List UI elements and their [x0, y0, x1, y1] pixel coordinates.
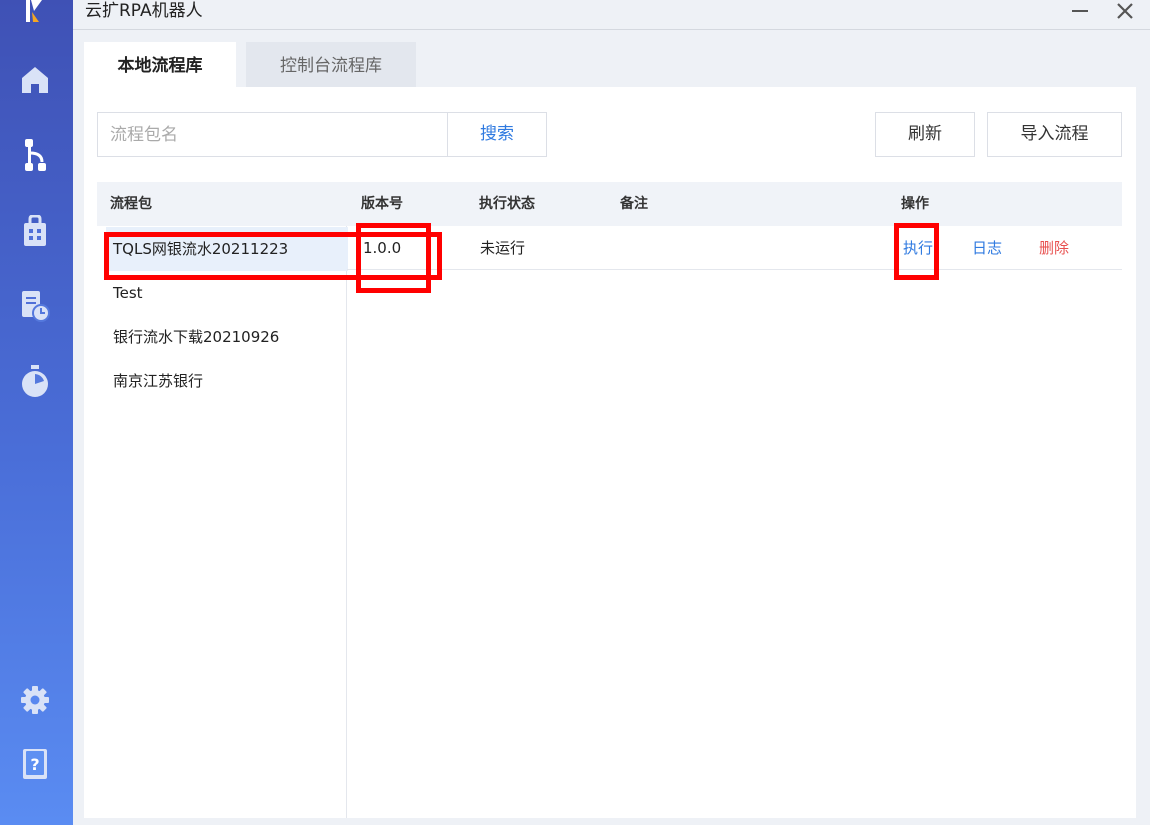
- refresh-button[interactable]: 刷新: [875, 112, 975, 157]
- title-bar: 云扩RPA机器人: [73, 0, 1150, 30]
- svg-text:?: ?: [30, 755, 39, 774]
- gear-icon[interactable]: [19, 684, 51, 716]
- schedule-doc-icon[interactable]: [19, 290, 51, 322]
- tab-console-library[interactable]: 控制台流程库: [246, 42, 416, 88]
- column-header-version: 版本号: [361, 196, 403, 212]
- table-header: 流程包 版本号 执行状态 备注 操作: [97, 182, 1122, 226]
- column-header-package: 流程包: [110, 196, 152, 212]
- tab-local-library[interactable]: 本地流程库: [84, 42, 236, 88]
- status-cell: 未运行: [480, 239, 526, 257]
- sidebar: ?: [0, 0, 73, 825]
- timer-icon[interactable]: [19, 365, 51, 397]
- package-list-item[interactable]: Test: [106, 271, 348, 315]
- flow-icon[interactable]: [19, 139, 51, 171]
- column-header-status: 执行状态: [479, 196, 535, 212]
- package-list-item[interactable]: TQLS网银流水20211223: [106, 227, 348, 271]
- package-list-item[interactable]: 南京江苏银行: [106, 359, 348, 403]
- column-header-note: 备注: [620, 196, 648, 212]
- main-panel: 搜索 刷新 导入流程 流程包 版本号 执行状态 备注 操作 TQLS网银流水20…: [84, 87, 1136, 818]
- home-icon[interactable]: [19, 64, 51, 96]
- column-header-actions: 操作: [901, 196, 929, 212]
- search-button[interactable]: 搜索: [447, 112, 547, 157]
- app-logo: [22, 0, 48, 24]
- version-cell: 1.0.0: [363, 239, 402, 257]
- package-list-item[interactable]: 银行流水下载20210926: [106, 315, 348, 359]
- row-divider: [347, 269, 1122, 270]
- close-icon[interactable]: [1110, 0, 1140, 22]
- execute-link[interactable]: 执行: [903, 226, 933, 270]
- import-flow-button[interactable]: 导入流程: [987, 112, 1122, 157]
- package-icon[interactable]: [19, 215, 51, 247]
- window-edge: [1136, 30, 1150, 825]
- log-link[interactable]: 日志: [972, 226, 1002, 270]
- search-input[interactable]: [97, 112, 448, 157]
- window-title: 云扩RPA机器人: [85, 1, 203, 21]
- delete-link[interactable]: 删除: [1039, 226, 1069, 270]
- minimize-icon[interactable]: [1065, 0, 1095, 22]
- help-book-icon[interactable]: ?: [19, 748, 51, 780]
